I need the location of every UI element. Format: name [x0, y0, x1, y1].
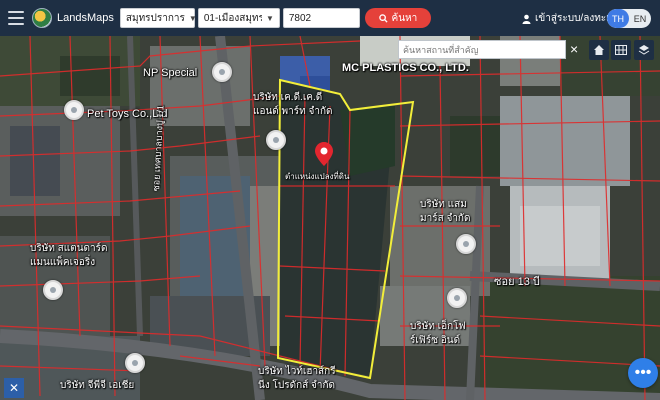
place-search-input[interactable]: [398, 40, 566, 59]
search-icon: [378, 13, 388, 23]
label-jpa-line1: บริษัท จีพีจี เอเชีย: [60, 380, 135, 391]
poi-marker[interactable]: [64, 100, 84, 120]
chat-icon: •••: [634, 364, 652, 381]
district-select[interactable]: 01-เมืองสมุทรปราการ ▼: [197, 8, 280, 28]
label-sam-line1: บริษัท แสม: [420, 199, 467, 210]
poi-marker[interactable]: [456, 234, 476, 254]
compass-icon[interactable]: ✕: [4, 378, 24, 398]
poi-marker[interactable]: [125, 353, 145, 373]
label-mc-plastics: MC PLASTICS CO., LTD.: [342, 62, 469, 74]
poi-marker[interactable]: [447, 288, 467, 308]
label-white-line1: บริษัท ไวท์เฮาส์กรี: [258, 366, 336, 377]
poi-marker[interactable]: [43, 280, 63, 300]
district-value: 01-เมืองสมุทรปราการ: [203, 12, 262, 24]
grid-icon[interactable]: [611, 40, 631, 60]
map-view[interactable]: ตำแหน่งแปลงที่ดิน NP Special Pet Toys Co…: [0, 36, 660, 400]
home-icon[interactable]: [589, 40, 609, 60]
brand-name: LandsMaps: [57, 12, 114, 24]
parcel-marker-icon[interactable]: [315, 142, 333, 166]
label-sam-line2: มาร์ส จำกัด: [420, 213, 471, 224]
label-dkd-line2: แอนด์ พาร์ท จำกัด: [253, 106, 333, 117]
search-button[interactable]: ค้นหา: [364, 8, 431, 28]
province-select[interactable]: สมุทรปราการ ▼: [119, 8, 197, 28]
close-icon[interactable]: ×: [570, 41, 578, 57]
label-dkd-line1: บริษัท เค.ดี.เค.ดี: [253, 92, 323, 103]
label-standard-line1: บริษัท สแตนดาร์ด: [30, 243, 108, 254]
satellite-imagery: [0, 36, 660, 400]
language-toggle: TH EN: [607, 9, 651, 28]
menu-icon[interactable]: [8, 11, 24, 25]
parcel-number-input[interactable]: [282, 8, 360, 28]
lang-en-button[interactable]: EN: [629, 9, 651, 28]
label-standard-line2: แมนแพ็คเจอริ่ง: [30, 257, 96, 268]
search-button-label: ค้นหา: [391, 12, 418, 24]
chevron-down-icon: ▼: [188, 13, 197, 23]
layers-icon[interactable]: [634, 40, 654, 60]
app-logo: [32, 8, 52, 28]
label-soi-13: ซอย 13 บี: [494, 276, 540, 288]
label-ek-line2: ร์เฟิร์ซ อินด์: [410, 335, 461, 346]
chat-button[interactable]: •••: [628, 358, 658, 388]
province-value: สมุทรปราการ: [125, 12, 185, 24]
parcel-caption: ตำแหน่งแปลงที่ดิน: [285, 172, 350, 181]
lang-th-button[interactable]: TH: [607, 9, 629, 28]
user-icon: [522, 14, 531, 24]
label-np-special: NP Special: [143, 67, 198, 79]
poi-marker[interactable]: [266, 130, 286, 150]
poi-marker[interactable]: [212, 62, 232, 82]
label-white-line2: นีง โปรดักส์ จำกัด: [258, 380, 336, 391]
chevron-down-icon: ▼: [265, 13, 274, 23]
label-ek-line1: บริษัท เอ็กโฟ: [410, 321, 466, 332]
